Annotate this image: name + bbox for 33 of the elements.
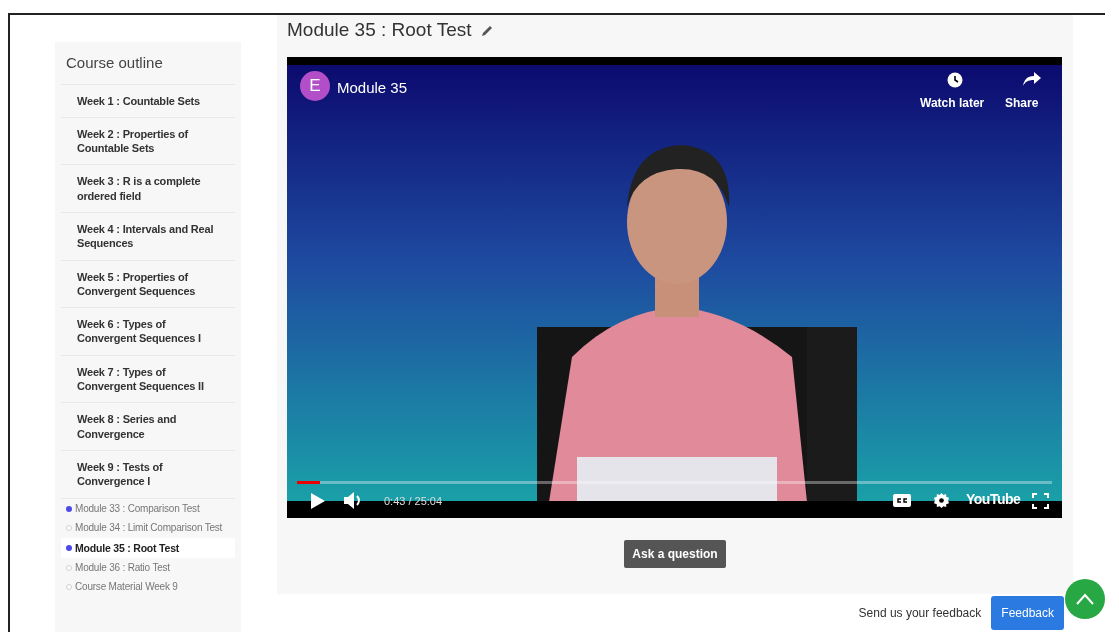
fullscreen-icon[interactable] bbox=[1032, 492, 1049, 509]
ask-question-button[interactable]: Ask a question bbox=[624, 539, 726, 568]
scroll-top-button[interactable] bbox=[1065, 579, 1105, 619]
module-item[interactable]: Module 33 : Comparison Test bbox=[61, 498, 235, 519]
week-item[interactable]: Week 5 : Properties of Convergent Sequences bbox=[61, 260, 235, 309]
progress-track[interactable] bbox=[297, 480, 1052, 484]
page-title: Module 35 : Root Test bbox=[287, 18, 472, 42]
chevron-up-icon bbox=[1076, 593, 1094, 605]
video-title[interactable]: Module 35 bbox=[337, 76, 408, 99]
week-item[interactable]: Week 9 : Tests of Convergence I bbox=[61, 450, 235, 499]
week-item[interactable]: Week 1 : Countable Sets bbox=[61, 84, 235, 118]
feedback-button[interactable]: Feedback bbox=[991, 596, 1064, 630]
sidebar-title: Course outline bbox=[61, 42, 235, 85]
share-label[interactable]: Share bbox=[1005, 93, 1039, 112]
module-item[interactable]: Course Material Week 9 bbox=[61, 577, 235, 597]
week-item[interactable]: Week 8 : Series and Convergence bbox=[61, 403, 235, 451]
module-item[interactable]: Module 36 : Ratio Test bbox=[61, 557, 235, 578]
volume-icon[interactable] bbox=[344, 491, 363, 509]
settings-icon[interactable] bbox=[934, 492, 949, 508]
share-arrow-icon[interactable] bbox=[1022, 70, 1042, 87]
week-item[interactable]: Week 3 : R is a complete ordered field bbox=[61, 165, 235, 213]
week-item[interactable]: Week 7 : Types of Convergent Sequences II bbox=[61, 355, 235, 404]
play-icon[interactable] bbox=[311, 492, 325, 509]
pencil-icon[interactable] bbox=[481, 23, 495, 37]
week-item[interactable]: Week 2 : Properties of Countable Sets bbox=[61, 117, 235, 166]
week-item[interactable]: Week 4 : Intervals and Real Sequences bbox=[61, 213, 235, 261]
week-item[interactable]: Week 6 : Types of Convergent Sequences I bbox=[61, 308, 235, 356]
video-time: 0:43 / 25:04 bbox=[384, 493, 443, 509]
feedback-prompt: Send us your feedback bbox=[858, 605, 982, 622]
watch-later-label[interactable]: Watch later bbox=[920, 93, 985, 112]
module-item[interactable]: Module 34 : Limit Comparison Test bbox=[61, 518, 235, 538]
clock-icon[interactable] bbox=[947, 71, 963, 88]
module-item[interactable]: Module 35 : Root Test bbox=[61, 537, 235, 558]
